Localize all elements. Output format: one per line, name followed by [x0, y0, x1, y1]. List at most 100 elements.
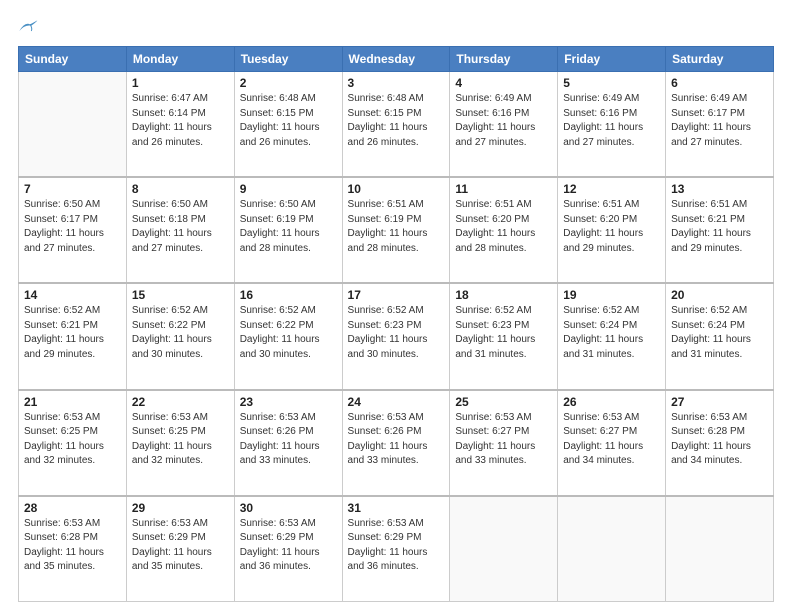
day-number: 1 [132, 76, 229, 90]
day-number: 6 [671, 76, 768, 90]
calendar-header-thursday: Thursday [450, 47, 558, 72]
day-info: Sunrise: 6:52 AM Sunset: 6:22 PM Dayligh… [240, 304, 337, 362]
day-number: 25 [455, 395, 552, 409]
calendar-cell: 25 Sunrise: 6:53 AM Sunset: 6:27 PM Dayli… [450, 390, 558, 496]
day-number: 26 [563, 395, 660, 409]
page: SundayMondayTuesdayWednesdayThursdayFrid… [0, 0, 792, 612]
day-number: 22 [132, 395, 229, 409]
day-info: Sunrise: 6:53 AM Sunset: 6:29 PM Dayligh… [348, 517, 445, 575]
calendar-week-1: 1Sunrise: 6:47 AM Sunset: 6:14 PM Daylig… [19, 72, 774, 178]
day-info: Sunrise: 6:50 AM Sunset: 6:18 PM Dayligh… [132, 198, 229, 256]
day-info: Sunrise: 6:49 AM Sunset: 6:16 PM Dayligh… [563, 92, 660, 150]
day-info: Sunrise: 6:53 AM Sunset: 6:26 PM Dayligh… [348, 411, 445, 469]
day-info: Sunrise: 6:50 AM Sunset: 6:19 PM Dayligh… [240, 198, 337, 256]
calendar-header-friday: Friday [558, 47, 666, 72]
day-info: Sunrise: 6:52 AM Sunset: 6:24 PM Dayligh… [671, 304, 768, 362]
day-info: Sunrise: 6:53 AM Sunset: 6:25 PM Dayligh… [24, 411, 121, 469]
calendar-week-4: 21 Sunrise: 6:53 AM Sunset: 6:25 PM Dayli… [19, 390, 774, 496]
calendar-week-5: 28 Sunrise: 6:53 AM Sunset: 6:28 PM Dayli… [19, 496, 774, 602]
day-number: 11 [455, 182, 552, 196]
day-number: 15 [132, 288, 229, 302]
calendar-cell: 21 Sunrise: 6:53 AM Sunset: 6:25 PM Dayli… [19, 390, 127, 496]
day-info: Sunrise: 6:51 AM Sunset: 6:20 PM Dayligh… [455, 198, 552, 256]
day-info: Sunrise: 6:53 AM Sunset: 6:29 PM Dayligh… [132, 517, 229, 575]
day-number: 10 [348, 182, 445, 196]
day-info: Sunrise: 6:48 AM Sunset: 6:15 PM Dayligh… [348, 92, 445, 150]
calendar-cell: 6Sunrise: 6:49 AM Sunset: 6:17 PM Daylig… [666, 72, 774, 178]
day-number: 17 [348, 288, 445, 302]
calendar-cell: 29Sunrise: 6:53 AM Sunset: 6:29 PM Dayli… [126, 496, 234, 602]
calendar-cell: 28 Sunrise: 6:53 AM Sunset: 6:28 PM Dayli… [19, 496, 127, 602]
calendar-header-tuesday: Tuesday [234, 47, 342, 72]
day-number: 19 [563, 288, 660, 302]
calendar-cell: 27 Sunrise: 6:53 AM Sunset: 6:28 PM Dayli… [666, 390, 774, 496]
day-info: Sunrise: 6:53 AM Sunset: 6:28 PM Dayligh… [671, 411, 768, 469]
day-info: Sunrise: 6:52 AM Sunset: 6:23 PM Dayligh… [348, 304, 445, 362]
day-info: Sunrise: 6:49 AM Sunset: 6:16 PM Dayligh… [455, 92, 552, 150]
calendar-cell: 7Sunrise: 6:50 AM Sunset: 6:17 PM Daylig… [19, 177, 127, 283]
day-number: 14 [24, 288, 121, 302]
calendar-cell: 23Sunrise: 6:53 AM Sunset: 6:26 PM Dayli… [234, 390, 342, 496]
calendar-cell: 12 Sunrise: 6:51 AM Sunset: 6:20 PM Dayli… [558, 177, 666, 283]
day-number: 12 [563, 182, 660, 196]
day-info: Sunrise: 6:50 AM Sunset: 6:17 PM Dayligh… [24, 198, 121, 256]
day-number: 9 [240, 182, 337, 196]
calendar-cell: 9 Sunrise: 6:50 AM Sunset: 6:19 PM Daylig… [234, 177, 342, 283]
day-info: Sunrise: 6:48 AM Sunset: 6:15 PM Dayligh… [240, 92, 337, 150]
calendar-cell: 14 Sunrise: 6:52 AM Sunset: 6:21 PM Dayli… [19, 283, 127, 389]
day-info: Sunrise: 6:53 AM Sunset: 6:26 PM Dayligh… [240, 411, 337, 469]
day-number: 13 [671, 182, 768, 196]
calendar-cell: 1Sunrise: 6:47 AM Sunset: 6:14 PM Daylig… [126, 72, 234, 178]
day-info: Sunrise: 6:51 AM Sunset: 6:20 PM Dayligh… [563, 198, 660, 256]
calendar-cell: 17 Sunrise: 6:52 AM Sunset: 6:23 PM Dayli… [342, 283, 450, 389]
calendar-header-monday: Monday [126, 47, 234, 72]
calendar-cell [19, 72, 127, 178]
day-info: Sunrise: 6:52 AM Sunset: 6:21 PM Dayligh… [24, 304, 121, 362]
day-info: Sunrise: 6:51 AM Sunset: 6:19 PM Dayligh… [348, 198, 445, 256]
calendar-cell: 19 Sunrise: 6:52 AM Sunset: 6:24 PM Dayli… [558, 283, 666, 389]
calendar-cell: 5 Sunrise: 6:49 AM Sunset: 6:16 PM Daylig… [558, 72, 666, 178]
calendar-cell: 15 Sunrise: 6:52 AM Sunset: 6:22 PM Dayli… [126, 283, 234, 389]
day-number: 18 [455, 288, 552, 302]
calendar-cell: 13 Sunrise: 6:51 AM Sunset: 6:21 PM Dayli… [666, 177, 774, 283]
day-info: Sunrise: 6:53 AM Sunset: 6:28 PM Dayligh… [24, 517, 121, 575]
calendar-cell: 3 Sunrise: 6:48 AM Sunset: 6:15 PM Daylig… [342, 72, 450, 178]
calendar-header-saturday: Saturday [666, 47, 774, 72]
day-number: 31 [348, 501, 445, 515]
day-info: Sunrise: 6:52 AM Sunset: 6:22 PM Dayligh… [132, 304, 229, 362]
day-number: 21 [24, 395, 121, 409]
day-number: 30 [240, 501, 337, 515]
day-info: Sunrise: 6:53 AM Sunset: 6:27 PM Dayligh… [455, 411, 552, 469]
calendar-cell: 11 Sunrise: 6:51 AM Sunset: 6:20 PM Dayli… [450, 177, 558, 283]
calendar-cell: 2Sunrise: 6:48 AM Sunset: 6:15 PM Daylig… [234, 72, 342, 178]
day-number: 5 [563, 76, 660, 90]
day-info: Sunrise: 6:52 AM Sunset: 6:23 PM Dayligh… [455, 304, 552, 362]
day-info: Sunrise: 6:52 AM Sunset: 6:24 PM Dayligh… [563, 304, 660, 362]
day-number: 24 [348, 395, 445, 409]
calendar-cell: 31 Sunrise: 6:53 AM Sunset: 6:29 PM Dayli… [342, 496, 450, 602]
calendar-cell: 22 Sunrise: 6:53 AM Sunset: 6:25 PM Dayli… [126, 390, 234, 496]
calendar-cell: 8Sunrise: 6:50 AM Sunset: 6:18 PM Daylig… [126, 177, 234, 283]
calendar-cell: 10 Sunrise: 6:51 AM Sunset: 6:19 PM Dayli… [342, 177, 450, 283]
day-number: 28 [24, 501, 121, 515]
logo [18, 18, 40, 36]
day-number: 4 [455, 76, 552, 90]
calendar-header-sunday: Sunday [19, 47, 127, 72]
calendar-cell [666, 496, 774, 602]
day-info: Sunrise: 6:53 AM Sunset: 6:27 PM Dayligh… [563, 411, 660, 469]
day-info: Sunrise: 6:53 AM Sunset: 6:29 PM Dayligh… [240, 517, 337, 575]
day-number: 27 [671, 395, 768, 409]
day-info: Sunrise: 6:53 AM Sunset: 6:25 PM Dayligh… [132, 411, 229, 469]
calendar-cell: 20Sunrise: 6:52 AM Sunset: 6:24 PM Dayli… [666, 283, 774, 389]
calendar-cell [558, 496, 666, 602]
day-info: Sunrise: 6:51 AM Sunset: 6:21 PM Dayligh… [671, 198, 768, 256]
calendar-header-wednesday: Wednesday [342, 47, 450, 72]
calendar-cell: 24 Sunrise: 6:53 AM Sunset: 6:26 PM Dayli… [342, 390, 450, 496]
calendar-cell: 4 Sunrise: 6:49 AM Sunset: 6:16 PM Daylig… [450, 72, 558, 178]
calendar-cell: 26 Sunrise: 6:53 AM Sunset: 6:27 PM Dayli… [558, 390, 666, 496]
calendar-week-2: 7Sunrise: 6:50 AM Sunset: 6:17 PM Daylig… [19, 177, 774, 283]
logo-bird-icon [18, 18, 38, 36]
calendar-cell: 30 Sunrise: 6:53 AM Sunset: 6:29 PM Dayli… [234, 496, 342, 602]
day-number: 3 [348, 76, 445, 90]
calendar-week-3: 14 Sunrise: 6:52 AM Sunset: 6:21 PM Dayli… [19, 283, 774, 389]
